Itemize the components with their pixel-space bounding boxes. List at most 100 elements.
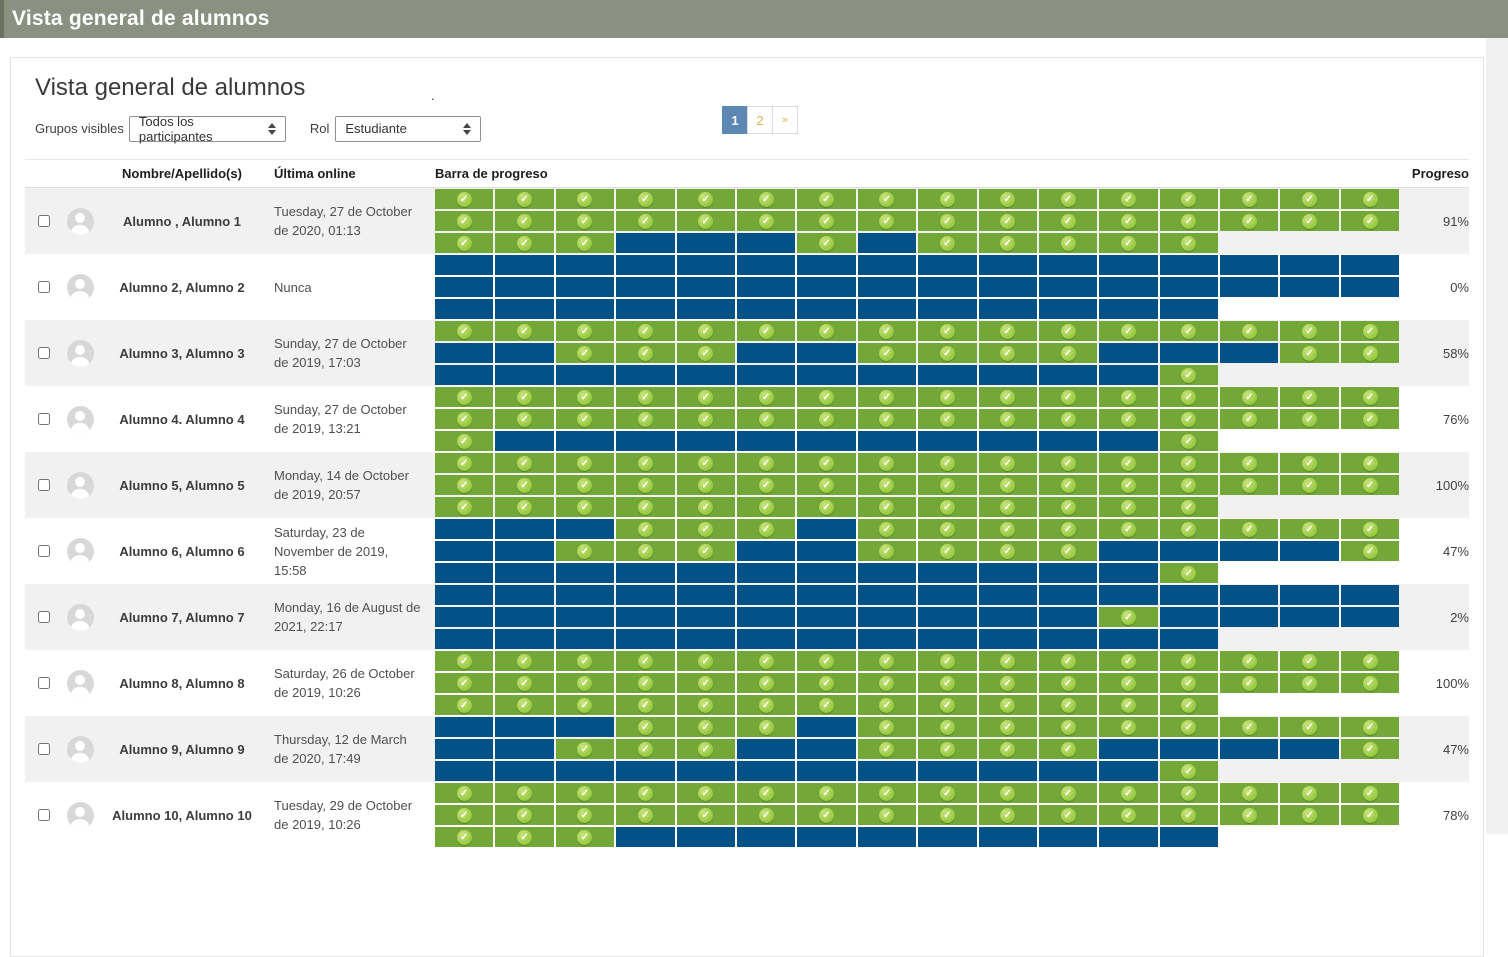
progress-cell-complete[interactable]: ✓ bbox=[1160, 563, 1218, 583]
progress-cell-incomplete[interactable] bbox=[918, 255, 976, 275]
student-name[interactable]: Alumno 6, Alumno 6 bbox=[119, 544, 244, 559]
progress-cell-complete[interactable]: ✓ bbox=[1341, 651, 1399, 671]
progress-cell-incomplete[interactable] bbox=[979, 827, 1037, 847]
groups-filter-select[interactable]: Todos los participantes bbox=[129, 116, 286, 142]
progress-cell-complete[interactable]: ✓ bbox=[1341, 739, 1399, 759]
progress-cell-complete[interactable]: ✓ bbox=[797, 805, 855, 825]
progress-cell-complete[interactable]: ✓ bbox=[1099, 387, 1157, 407]
progress-cell-incomplete[interactable] bbox=[435, 739, 493, 759]
progress-cell-incomplete[interactable] bbox=[918, 299, 976, 319]
progress-cell-incomplete[interactable] bbox=[677, 277, 735, 297]
progress-cell-incomplete[interactable] bbox=[797, 255, 855, 275]
progress-cell-complete[interactable]: ✓ bbox=[979, 651, 1037, 671]
progress-cell-complete[interactable]: ✓ bbox=[1341, 189, 1399, 209]
progress-cell-complete[interactable]: ✓ bbox=[918, 717, 976, 737]
progress-cell-complete[interactable]: ✓ bbox=[1099, 189, 1157, 209]
progress-cell-incomplete[interactable] bbox=[1160, 277, 1218, 297]
progress-cell-incomplete[interactable] bbox=[918, 277, 976, 297]
progress-cell-incomplete[interactable] bbox=[495, 277, 553, 297]
progress-cell-complete[interactable]: ✓ bbox=[979, 673, 1037, 693]
progress-cell-incomplete[interactable] bbox=[495, 365, 553, 385]
progress-cell-incomplete[interactable] bbox=[435, 277, 493, 297]
progress-cell-complete[interactable]: ✓ bbox=[1039, 519, 1097, 539]
progress-cell-incomplete[interactable] bbox=[1160, 607, 1218, 627]
progress-cell-complete[interactable]: ✓ bbox=[556, 409, 614, 429]
progress-cell-complete[interactable]: ✓ bbox=[616, 409, 674, 429]
scrollbar[interactable] bbox=[1486, 38, 1508, 834]
avatar[interactable] bbox=[67, 538, 94, 565]
progress-cell-complete[interactable]: ✓ bbox=[737, 211, 795, 231]
progress-cell-complete[interactable]: ✓ bbox=[737, 189, 795, 209]
progress-cell-incomplete[interactable] bbox=[495, 519, 553, 539]
progress-cell-incomplete[interactable] bbox=[1099, 343, 1157, 363]
progress-cell-incomplete[interactable] bbox=[858, 585, 916, 605]
progress-cell-incomplete[interactable] bbox=[677, 233, 735, 253]
progress-cell-complete[interactable]: ✓ bbox=[737, 717, 795, 737]
student-name[interactable]: Alumno 7, Alumno 7 bbox=[119, 610, 244, 625]
progress-cell-incomplete[interactable] bbox=[1220, 277, 1278, 297]
progress-cell-incomplete[interactable] bbox=[616, 431, 674, 451]
progress-cell-incomplete[interactable] bbox=[737, 299, 795, 319]
progress-cell-complete[interactable]: ✓ bbox=[1280, 805, 1338, 825]
progress-cell-incomplete[interactable] bbox=[1039, 629, 1097, 649]
progress-cell-complete[interactable]: ✓ bbox=[1280, 453, 1338, 473]
student-name[interactable]: Alumno , Alumno 1 bbox=[123, 214, 241, 229]
progress-cell-complete[interactable]: ✓ bbox=[1039, 695, 1097, 715]
progress-cell-incomplete[interactable] bbox=[797, 365, 855, 385]
progress-cell-complete[interactable]: ✓ bbox=[737, 695, 795, 715]
progress-cell-complete[interactable]: ✓ bbox=[858, 805, 916, 825]
progress-cell-complete[interactable]: ✓ bbox=[797, 651, 855, 671]
progress-cell-complete[interactable]: ✓ bbox=[1220, 717, 1278, 737]
progress-cell-incomplete[interactable] bbox=[1160, 541, 1218, 561]
progress-cell-complete[interactable]: ✓ bbox=[858, 717, 916, 737]
progress-cell-complete[interactable]: ✓ bbox=[918, 189, 976, 209]
progress-cell-complete[interactable]: ✓ bbox=[616, 343, 674, 363]
progress-cell-complete[interactable]: ✓ bbox=[616, 519, 674, 539]
progress-cell-complete[interactable]: ✓ bbox=[1099, 695, 1157, 715]
progress-cell-incomplete[interactable] bbox=[979, 607, 1037, 627]
progress-cell-complete[interactable]: ✓ bbox=[797, 497, 855, 517]
progress-cell-complete[interactable]: ✓ bbox=[616, 321, 674, 341]
progress-cell-complete[interactable]: ✓ bbox=[435, 695, 493, 715]
progress-cell-complete[interactable]: ✓ bbox=[1341, 321, 1399, 341]
progress-cell-incomplete[interactable] bbox=[1160, 299, 1218, 319]
progress-cell-incomplete[interactable] bbox=[858, 607, 916, 627]
progress-cell-complete[interactable]: ✓ bbox=[435, 497, 493, 517]
progress-cell-incomplete[interactable] bbox=[616, 761, 674, 781]
progress-cell-incomplete[interactable] bbox=[1099, 761, 1157, 781]
progress-cell-complete[interactable]: ✓ bbox=[1160, 387, 1218, 407]
progress-cell-incomplete[interactable] bbox=[858, 431, 916, 451]
avatar[interactable] bbox=[67, 208, 94, 235]
progress-cell-complete[interactable]: ✓ bbox=[1280, 717, 1338, 737]
progress-cell-incomplete[interactable] bbox=[737, 277, 795, 297]
progress-cell-incomplete[interactable] bbox=[1280, 277, 1338, 297]
student-name[interactable]: Alumno 3, Alumno 3 bbox=[119, 346, 244, 361]
student-name[interactable]: Alumno 9, Alumno 9 bbox=[119, 742, 244, 757]
progress-cell-complete[interactable]: ✓ bbox=[1160, 651, 1218, 671]
progress-cell-complete[interactable]: ✓ bbox=[495, 409, 553, 429]
progress-cell-complete[interactable]: ✓ bbox=[979, 541, 1037, 561]
progress-cell-incomplete[interactable] bbox=[556, 255, 614, 275]
progress-cell-incomplete[interactable] bbox=[797, 431, 855, 451]
progress-cell-complete[interactable]: ✓ bbox=[1280, 783, 1338, 803]
progress-cell-incomplete[interactable] bbox=[737, 365, 795, 385]
progress-cell-complete[interactable]: ✓ bbox=[979, 717, 1037, 737]
progress-cell-incomplete[interactable] bbox=[858, 761, 916, 781]
progress-cell-complete[interactable]: ✓ bbox=[1280, 321, 1338, 341]
progress-cell-incomplete[interactable] bbox=[918, 607, 976, 627]
progress-cell-incomplete[interactable] bbox=[858, 563, 916, 583]
progress-cell-incomplete[interactable] bbox=[677, 761, 735, 781]
progress-cell-complete[interactable]: ✓ bbox=[1039, 717, 1097, 737]
progress-cell-incomplete[interactable] bbox=[556, 277, 614, 297]
avatar[interactable] bbox=[67, 604, 94, 631]
progress-cell-complete[interactable]: ✓ bbox=[858, 189, 916, 209]
progress-cell-complete[interactable]: ✓ bbox=[495, 651, 553, 671]
progress-cell-incomplete[interactable] bbox=[556, 585, 614, 605]
progress-cell-complete[interactable]: ✓ bbox=[979, 805, 1037, 825]
progress-cell-complete[interactable]: ✓ bbox=[918, 211, 976, 231]
progress-cell-incomplete[interactable] bbox=[1160, 827, 1218, 847]
progress-cell-incomplete[interactable] bbox=[677, 299, 735, 319]
progress-cell-complete[interactable]: ✓ bbox=[1160, 233, 1218, 253]
progress-cell-complete[interactable]: ✓ bbox=[1039, 453, 1097, 473]
progress-cell-incomplete[interactable] bbox=[797, 299, 855, 319]
